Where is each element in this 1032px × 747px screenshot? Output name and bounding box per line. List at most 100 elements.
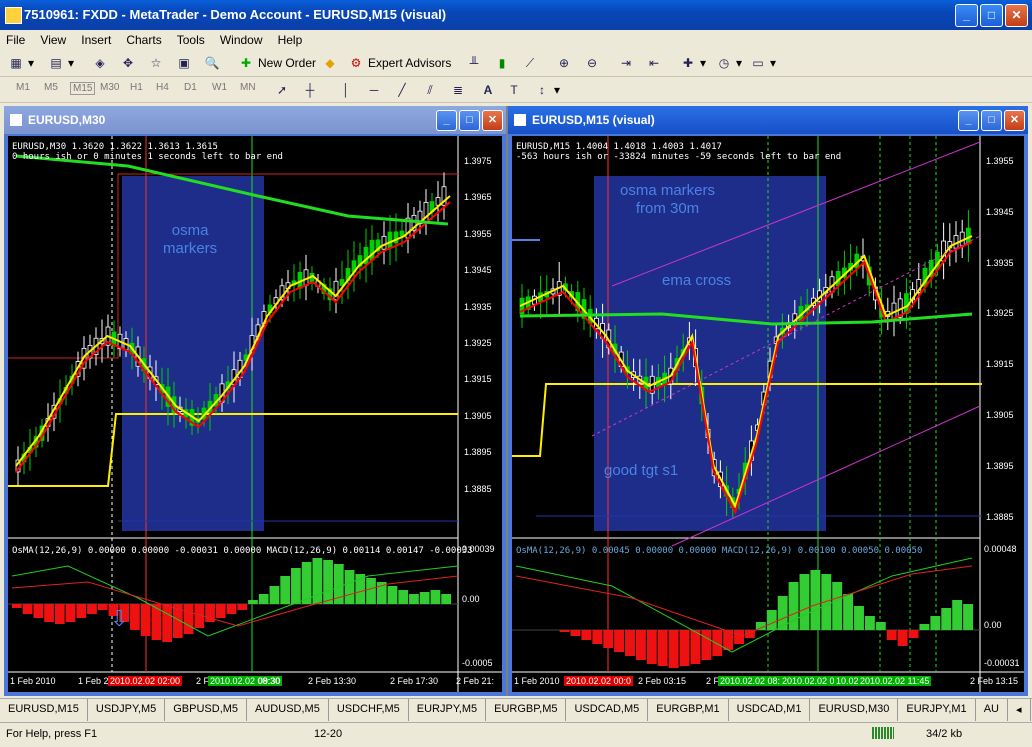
new-order-label: New Order xyxy=(258,56,316,70)
chart-window-eurusd-m15-visual[interactable]: EURUSD,M15 (visual) _ □ ✕ EURUSD,M15 1.4… xyxy=(508,106,1028,696)
text-button[interactable]: A xyxy=(480,80,496,100)
data-window-button[interactable]: ☆ xyxy=(148,53,164,73)
tf-m30[interactable]: M30 xyxy=(100,82,119,93)
profiles-button[interactable]: ▤▾ xyxy=(48,53,74,73)
text-label-button[interactable]: T xyxy=(506,80,522,100)
histogram-bar xyxy=(876,622,886,630)
chart-window-eurusd-m30[interactable]: EURUSD,M30 _ □ ✕ EURUSD,M30 1.3620 1.362… xyxy=(4,106,506,696)
annotation-osma-text: osma markers from 30m xyxy=(620,182,715,217)
chart-tab[interactable]: AU xyxy=(976,699,1008,721)
chart-tab[interactable]: GBPUSD,M5 xyxy=(165,699,247,721)
indicator-tick-label: 0.00048 xyxy=(984,544,1017,554)
channel-button[interactable]: ⫽ xyxy=(422,80,438,100)
close-button[interactable]: ✕ xyxy=(1005,4,1028,27)
mdi-area: EURUSD,M30 _ □ ✕ EURUSD,M30 1.3620 1.362… xyxy=(4,106,1028,696)
chart-tab[interactable]: EURGBP,M1 xyxy=(648,699,728,721)
line-chart-button[interactable]: ⟋ xyxy=(522,53,538,73)
histogram-bar xyxy=(614,630,624,652)
market-watch-icon: ◈ xyxy=(92,55,108,71)
bar-chart-button[interactable]: ╨ xyxy=(466,53,482,73)
indicators-button[interactable]: ✚▾ xyxy=(680,53,706,73)
chart-maximize-button[interactable]: □ xyxy=(981,110,1002,131)
chart-tab[interactable]: USDCAD,M1 xyxy=(729,699,811,721)
chart-tab[interactable]: EURJPY,M5 xyxy=(409,699,486,721)
annotation-ema-text: ema cross xyxy=(662,272,731,289)
chart-tab[interactable]: EURUSD,M15 xyxy=(0,699,88,721)
fibonacci-button[interactable]: ≣ xyxy=(450,80,466,100)
chart-tab[interactable]: EURGBP,M5 xyxy=(486,699,566,721)
periods-button[interactable]: ◷▾ xyxy=(716,53,742,73)
chart-canvas[interactable]: EURUSD,M30 1.3620 1.3622 1.3613 1.3615 0… xyxy=(8,136,502,692)
terminal-icon: ▣ xyxy=(176,55,192,71)
time-tick-label: 2010.02.02 02:00 xyxy=(108,676,182,686)
terminal-button[interactable]: ▣ xyxy=(176,53,192,73)
metaeditor-button[interactable]: ◆ xyxy=(322,53,338,73)
chart-tab[interactable]: EURUSD,M30 xyxy=(810,699,898,721)
zoom-out-button[interactable]: ⊖ xyxy=(584,53,600,73)
expert-advisors-button[interactable]: ⚙Expert Advisors xyxy=(348,53,451,73)
vertical-line-button[interactable]: │ xyxy=(338,80,354,100)
new-chart-button[interactable]: ▦▾ xyxy=(8,53,34,73)
cursor-button[interactable]: ➚ xyxy=(274,80,290,100)
histogram-bar xyxy=(647,630,657,664)
menu-file[interactable]: File xyxy=(0,30,31,50)
minimize-button[interactable]: _ xyxy=(955,4,978,27)
menu-tools[interactable]: Tools xyxy=(171,30,211,50)
tf-d1[interactable]: D1 xyxy=(184,82,197,93)
chart-tab[interactable]: USDCAD,M5 xyxy=(566,699,648,721)
tf-m5[interactable]: M5 xyxy=(44,82,58,93)
templates-button[interactable]: ▭▾ xyxy=(750,53,776,73)
autoscroll-button[interactable]: ⇥ xyxy=(618,53,634,73)
price-tick-label: 1.3885 xyxy=(986,512,1014,522)
tf-h1[interactable]: H1 xyxy=(130,82,143,93)
histogram-bar xyxy=(789,582,799,630)
status-traffic: 34/2 kb xyxy=(926,728,962,740)
menu-charts[interactable]: Charts xyxy=(120,30,167,50)
arrows-button[interactable]: ↕▾ xyxy=(534,80,560,100)
tf-m1[interactable]: M1 xyxy=(16,82,30,93)
indicator-tick-label: -0.0005 xyxy=(462,658,493,668)
chart-close-button[interactable]: ✕ xyxy=(1004,110,1025,131)
time-tick-label: 09:30 xyxy=(258,676,281,686)
menu-bar: File View Insert Charts Tools Window Hel… xyxy=(0,30,1032,50)
candle-body xyxy=(382,236,386,249)
navigator-button[interactable]: ✥ xyxy=(120,53,136,73)
tf-w1[interactable]: W1 xyxy=(212,82,227,93)
histogram-bar xyxy=(571,630,581,636)
histogram-bar xyxy=(291,568,301,604)
bar-timer-text: 0 hours ish or 0 minutes 1 seconds left … xyxy=(12,152,283,162)
chart-close-button[interactable]: ✕ xyxy=(482,110,503,131)
tf-h4[interactable]: H4 xyxy=(156,82,169,93)
chart-tab[interactable]: AUDUSD,M5 xyxy=(247,699,329,721)
trendline-button[interactable]: ╱ xyxy=(394,80,410,100)
chart-canvas[interactable]: EURUSD,M15 1.4004 1.4018 1.4003 1.4017 -… xyxy=(512,136,1024,692)
chart-minimize-button[interactable]: _ xyxy=(436,110,457,131)
chart-minimize-button[interactable]: _ xyxy=(958,110,979,131)
chart-tab[interactable]: USDJPY,M5 xyxy=(88,699,165,721)
menu-insert[interactable]: Insert xyxy=(75,30,117,50)
histogram-bar xyxy=(712,630,722,656)
histogram-bar xyxy=(33,604,43,618)
chart-maximize-button[interactable]: □ xyxy=(459,110,480,131)
crosshair-button[interactable]: ┼ xyxy=(302,80,318,100)
market-watch-button[interactable]: ◈ xyxy=(92,53,108,73)
tester-button[interactable]: 🔍 xyxy=(204,53,220,73)
new-order-button[interactable]: ✚New Order xyxy=(238,53,316,73)
histogram-bar xyxy=(636,630,646,660)
candlestick-button[interactable]: ▮ xyxy=(494,53,510,73)
chart-shift-button[interactable]: ⇤ xyxy=(646,53,662,73)
histogram-bar xyxy=(669,630,679,668)
tf-m15[interactable]: M15 xyxy=(70,82,95,95)
arrows-icon: ↕ xyxy=(534,82,550,98)
tf-mn[interactable]: MN xyxy=(240,82,256,93)
chart-tab[interactable]: USDCHF,M5 xyxy=(329,699,409,721)
histogram-bar xyxy=(658,630,668,666)
menu-help[interactable]: Help xyxy=(272,30,309,50)
menu-view[interactable]: View xyxy=(34,30,72,50)
tab-scroll-arrow-icon[interactable]: ◂ xyxy=(1008,699,1031,721)
menu-window[interactable]: Window xyxy=(214,30,269,50)
zoom-in-button[interactable]: ⊕ xyxy=(556,53,572,73)
chart-tab[interactable]: EURJPY,M1 xyxy=(898,699,975,721)
horizontal-line-button[interactable]: ─ xyxy=(366,80,382,100)
maximize-button[interactable]: □ xyxy=(980,4,1003,27)
